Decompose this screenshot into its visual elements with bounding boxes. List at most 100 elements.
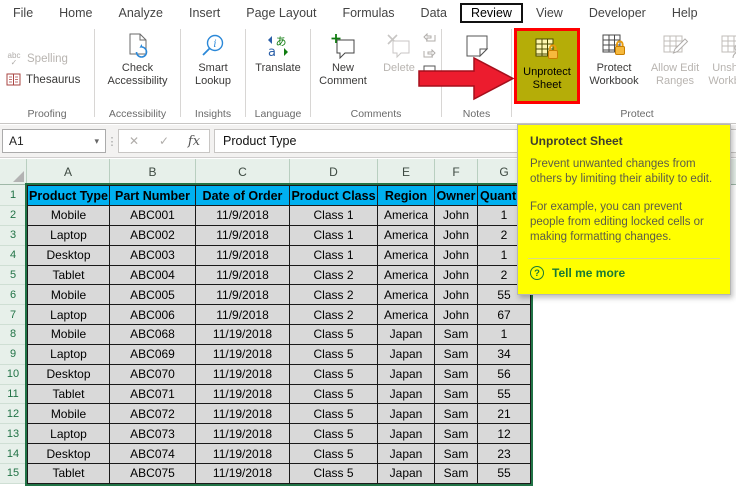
header-cell[interactable]: Date of Order [196,185,290,206]
cell-region[interactable]: America [378,305,435,326]
formula-bar-resize-handle[interactable]: ⋮ [106,135,118,148]
cell-date-of-order[interactable]: 11/19/2018 [196,404,290,425]
cell-part-number[interactable]: ABC070 [110,364,196,385]
cell-owner[interactable]: John [435,265,478,286]
cell-product-class[interactable]: Class 5 [290,424,378,445]
ribbon-tab[interactable]: Page Layout [233,3,329,23]
cell-owner[interactable]: Sam [435,463,478,484]
cell-owner[interactable]: John [435,225,478,246]
cell-owner[interactable]: John [435,245,478,266]
cell-product-class[interactable]: Class 5 [290,344,378,365]
cell-owner[interactable]: John [435,305,478,326]
cell-part-number[interactable]: ABC006 [110,305,196,326]
header-cell[interactable]: Region [378,185,435,206]
ribbon-tab[interactable]: Help [659,3,711,23]
cell-date-of-order[interactable]: 11/9/2018 [196,265,290,286]
cell-product-type[interactable]: Tablet [27,384,110,405]
row-number[interactable]: 11 [0,384,27,405]
row-number[interactable]: 1 [0,185,27,206]
smart-lookup-button[interactable]: i Smart Lookup [182,27,244,107]
cell-date-of-order[interactable]: 11/9/2018 [196,245,290,266]
cell-product-class[interactable]: Class 2 [290,285,378,306]
cell-region[interactable]: America [378,225,435,246]
enter-icon[interactable]: ✓ [149,134,179,148]
cell-part-number[interactable]: ABC071 [110,384,196,405]
cell-date-of-order[interactable]: 11/9/2018 [196,225,290,246]
row-number[interactable]: 8 [0,325,27,345]
cell-product-class[interactable]: Class 1 [290,206,378,226]
insert-function-icon[interactable]: fx [179,134,209,149]
cell-part-number[interactable]: ABC074 [110,444,196,464]
cell-product-type[interactable]: Laptop [27,424,110,445]
cell-quantity[interactable]: 34 [478,344,531,365]
cell-quantity[interactable]: 21 [478,404,531,425]
cell-owner[interactable]: Sam [435,384,478,405]
ribbon-tab[interactable]: View [523,3,576,23]
cell-product-class[interactable]: Class 5 [290,463,378,484]
protect-workbook-button[interactable]: Protect Workbook [582,27,646,88]
cell-product-type[interactable]: Mobile [27,325,110,345]
cell-quantity[interactable]: 56 [478,364,531,385]
name-box-caret-icon[interactable]: ▾ [94,136,99,147]
check-accessibility-button[interactable]: Check Accessibility [107,27,169,107]
cell-date-of-order[interactable]: 11/9/2018 [196,305,290,326]
unprotect-sheet-button[interactable]: Unprotect Sheet [514,28,580,104]
cell-region[interactable]: Japan [378,384,435,405]
cell-owner[interactable]: Sam [435,404,478,425]
ribbon-tab[interactable]: Review [459,2,523,23]
row-number[interactable]: 9 [0,344,27,365]
column-header-c[interactable]: C [196,159,290,184]
cell-product-class[interactable]: Class 5 [290,364,378,385]
column-header-a[interactable]: A [27,159,110,184]
row-number[interactable]: 7 [0,305,27,326]
cell-date-of-order[interactable]: 11/19/2018 [196,444,290,464]
cell-part-number[interactable]: ABC073 [110,424,196,445]
header-cell[interactable]: Product Type [27,185,110,206]
cell-product-class[interactable]: Class 5 [290,404,378,425]
cell-region[interactable]: America [378,285,435,306]
row-number[interactable]: 4 [0,245,27,266]
cell-part-number[interactable]: ABC002 [110,225,196,246]
cell-region[interactable]: Japan [378,463,435,484]
cell-owner[interactable]: Sam [435,444,478,464]
cell-region[interactable]: America [378,245,435,266]
ribbon-tab[interactable]: Formulas [329,3,407,23]
cell-date-of-order[interactable]: 11/9/2018 [196,206,290,226]
cell-quantity[interactable]: 23 [478,444,531,464]
cell-part-number[interactable]: ABC075 [110,463,196,484]
cell-product-type[interactable]: Tablet [27,265,110,286]
cell-product-class[interactable]: Class 5 [290,384,378,405]
cell-region[interactable]: Japan [378,364,435,385]
cell-quantity[interactable]: 67 [478,305,531,326]
header-cell[interactable]: Product Class [290,185,378,206]
row-number[interactable]: 10 [0,364,27,385]
row-number[interactable]: 14 [0,444,27,464]
cell-part-number[interactable]: ABC003 [110,245,196,266]
select-all-corner[interactable] [0,159,27,184]
ribbon-tab[interactable]: Insert [176,3,233,23]
cell-product-class[interactable]: Class 5 [290,325,378,345]
row-number[interactable]: 13 [0,424,27,445]
cell-part-number[interactable]: ABC068 [110,325,196,345]
cell-quantity[interactable]: 55 [478,384,531,405]
row-number[interactable]: 12 [0,404,27,425]
cell-part-number[interactable]: ABC005 [110,285,196,306]
cell-product-class[interactable]: Class 1 [290,245,378,266]
cell-date-of-order[interactable]: 11/19/2018 [196,384,290,405]
cell-region[interactable]: America [378,265,435,286]
name-box[interactable]: A1 ▾ [2,129,106,153]
cell-quantity[interactable]: 55 [478,463,531,484]
header-cell[interactable]: Part Number [110,185,196,206]
previous-comment-icon[interactable] [423,33,441,44]
cell-part-number[interactable]: ABC004 [110,265,196,286]
cell-product-class[interactable]: Class 1 [290,225,378,246]
thesaurus-button[interactable]: Thesaurus [6,73,80,86]
tell-me-more-link[interactable]: ? Tell me more [530,266,718,280]
row-number[interactable]: 5 [0,265,27,286]
cell-product-type[interactable]: Mobile [27,404,110,425]
cell-date-of-order[interactable]: 11/19/2018 [196,364,290,385]
cell-region[interactable]: Japan [378,344,435,365]
cell-product-type[interactable]: Mobile [27,285,110,306]
ribbon-tab[interactable]: Analyze [106,3,176,23]
cell-region[interactable]: America [378,206,435,226]
